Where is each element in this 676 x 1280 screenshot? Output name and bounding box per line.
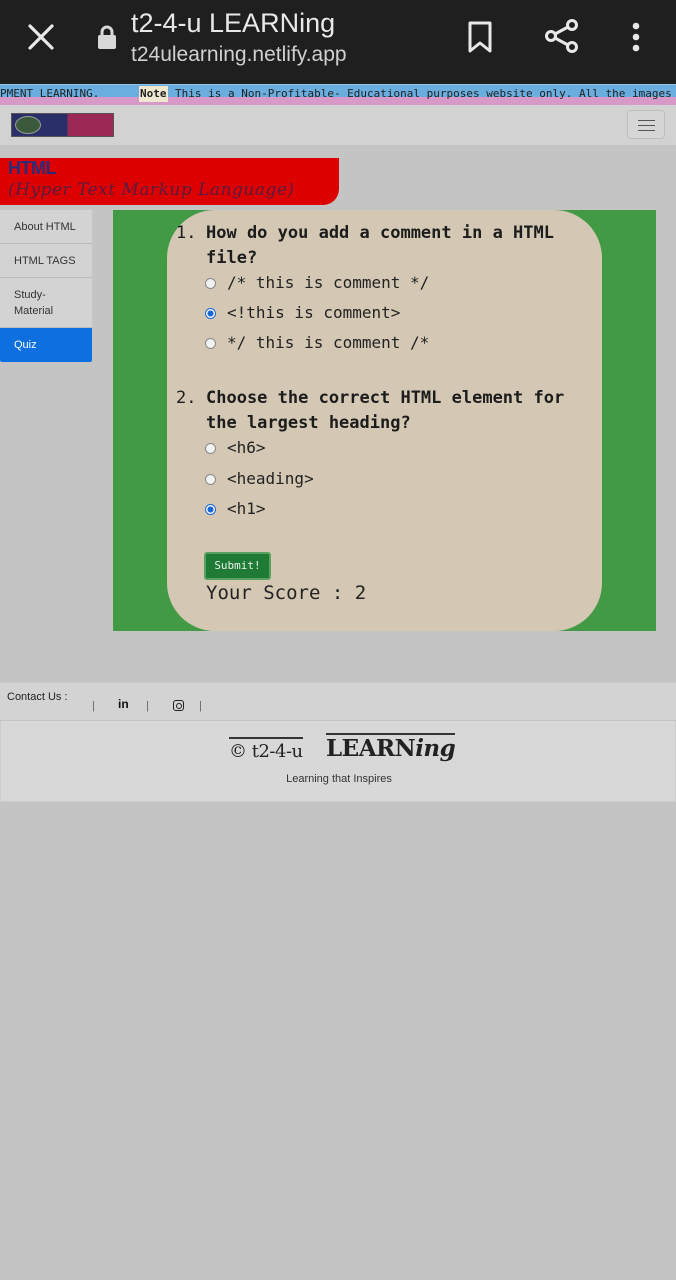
separator: | xyxy=(92,700,95,712)
topic-title: HTML xyxy=(8,158,56,178)
marquee-lead-text: PMENT LEARNING. xyxy=(0,87,100,100)
radio-button[interactable] xyxy=(205,443,216,454)
notice-marquee: PMENT LEARNING. Note This is a Non-Profi… xyxy=(0,84,676,105)
hamburger-icon xyxy=(638,120,655,121)
close-icon[interactable] xyxy=(26,20,56,54)
separator: | xyxy=(146,700,149,712)
footer-brand: © t2-4-u LEARNing Learning that Inspires xyxy=(0,721,676,802)
bookmark-icon[interactable] xyxy=(466,20,494,54)
question-text: Choose the correct HTML element for the … xyxy=(206,388,565,433)
note-text: This is a Non-Profitable- Educational pu… xyxy=(175,87,672,100)
browser-toolbar: t2-4-u LEARNing t24ulearning.netlify.app xyxy=(0,0,676,84)
share-icon[interactable] xyxy=(544,18,580,54)
side-item-label-line1: Study- xyxy=(14,289,46,301)
contact-bar: Contact Us : | in | | xyxy=(0,682,676,720)
site-logo[interactable] xyxy=(11,113,114,137)
question-1: 1. How do you add a comment in a HTML fi… xyxy=(176,221,596,271)
side-item-about-html[interactable]: About HTML xyxy=(0,210,92,244)
contact-label: Contact Us : xyxy=(7,691,68,703)
more-vert-icon[interactable] xyxy=(626,20,646,54)
side-item-study-material[interactable]: Study- Material xyxy=(0,278,92,328)
browser-url[interactable]: t24ulearning.netlify.app xyxy=(131,43,347,67)
hamburger-icon xyxy=(638,130,655,131)
option-label: <h6> xyxy=(227,438,266,457)
brand-ing: ing xyxy=(415,735,456,762)
radio-button-checked[interactable] xyxy=(205,504,216,515)
note-tag: Note xyxy=(139,86,168,102)
brand-wordmark: LEARNing xyxy=(326,733,456,762)
instagram-icon[interactable] xyxy=(173,700,184,711)
side-item-html-tags[interactable]: HTML TAGS xyxy=(0,244,92,278)
side-item-quiz[interactable]: Quiz xyxy=(0,328,92,362)
copyright-text: © t2-4-u xyxy=(229,737,303,762)
option-label: <!this is comment> xyxy=(227,303,401,322)
option-label: <h1> xyxy=(227,499,266,518)
score-text: Your Score : 2 xyxy=(206,582,367,604)
linkedin-icon[interactable]: in xyxy=(118,697,129,711)
tagline: Learning that Inspires xyxy=(286,773,392,785)
radio-button[interactable] xyxy=(205,278,216,289)
question-2: 2. Choose the correct HTML element for t… xyxy=(176,386,596,436)
logo-emblem-icon xyxy=(15,116,41,134)
question-text: How do you add a comment in a HTML file? xyxy=(206,223,554,268)
radio-button[interactable] xyxy=(205,474,216,485)
topic-subtitle: (Hyper Text Markup Language) xyxy=(8,180,295,200)
hamburger-icon xyxy=(638,125,655,126)
side-item-label-line2: Material xyxy=(14,305,54,317)
lock-icon xyxy=(98,25,116,49)
option-label: <heading> xyxy=(227,469,314,488)
radio-button[interactable] xyxy=(205,338,216,349)
site-navbar xyxy=(0,105,676,145)
brand-learn: LEARN xyxy=(326,735,416,762)
submit-button[interactable]: Submit! xyxy=(204,552,271,580)
question-number: 2. xyxy=(176,388,197,408)
question-number: 1. xyxy=(176,223,197,243)
topic-header: HTML (Hyper Text Markup Language) xyxy=(0,158,339,205)
option-label: */ this is comment /* xyxy=(227,333,430,352)
separator: | xyxy=(199,700,202,712)
radio-button-checked[interactable] xyxy=(205,308,216,319)
hamburger-menu-button[interactable] xyxy=(627,110,665,139)
option-label: /* this is comment */ xyxy=(227,273,430,292)
side-menu: About HTML HTML TAGS Study- Material Qui… xyxy=(0,210,92,362)
browser-page-title: t2-4-u LEARNing xyxy=(131,8,336,38)
